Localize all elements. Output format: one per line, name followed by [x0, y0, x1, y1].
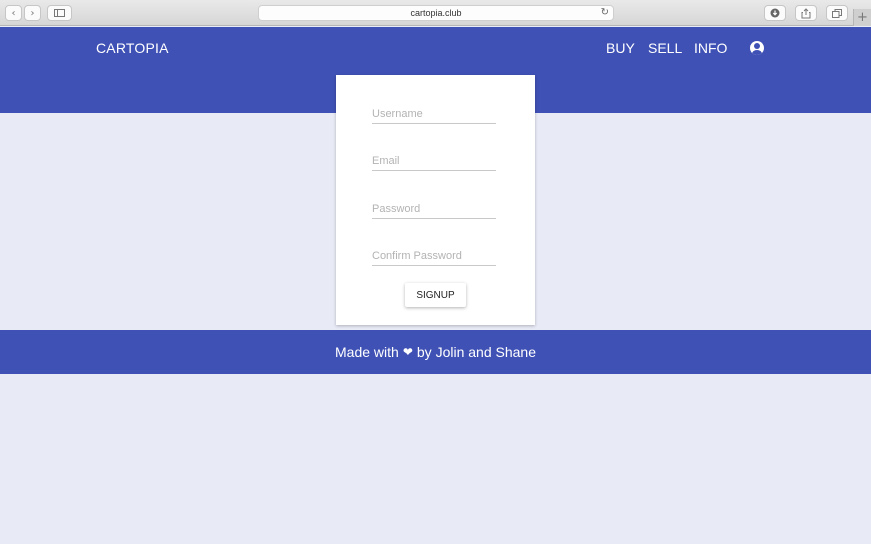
- new-tab-button[interactable]: +: [853, 9, 871, 26]
- plus-icon: +: [857, 10, 868, 25]
- signup-card: SIGNUP: [336, 75, 535, 325]
- email-field: [372, 151, 496, 171]
- sidebar-icon: [54, 9, 65, 17]
- confirm-password-input[interactable]: [372, 246, 496, 266]
- back-button[interactable]: ‹: [5, 5, 22, 21]
- signup-button[interactable]: SIGNUP: [405, 283, 466, 307]
- share-icon: [801, 7, 811, 18]
- email-input[interactable]: [372, 151, 496, 171]
- nav-sell[interactable]: SELL: [648, 40, 682, 56]
- username-input[interactable]: [372, 104, 496, 124]
- nav-info[interactable]: INFO: [694, 40, 727, 56]
- footer-credits: by Jolin and Shane: [416, 344, 536, 360]
- site-footer: Made with ❤ by Jolin and Shane: [0, 330, 871, 374]
- tabs-icon: [832, 8, 842, 18]
- download-button[interactable]: [764, 5, 786, 21]
- password-field: [372, 199, 496, 219]
- username-field: [372, 104, 496, 124]
- download-icon: [770, 8, 780, 18]
- confirm-password-field: [372, 246, 496, 266]
- sidebar-button[interactable]: [47, 5, 72, 21]
- heart-icon: ❤: [402, 345, 413, 359]
- tabs-button[interactable]: [826, 5, 848, 21]
- brand-logo[interactable]: CARTOPIA: [96, 40, 169, 56]
- url-text: cartopia.club: [410, 8, 462, 18]
- browser-toolbar: ‹ › cartopia.club ↻ +: [0, 0, 871, 26]
- share-button[interactable]: [795, 5, 817, 21]
- reload-icon[interactable]: ↻: [601, 7, 609, 18]
- forward-button[interactable]: ›: [24, 5, 41, 21]
- footer-prefix: Made with: [335, 344, 399, 360]
- account-circle-icon[interactable]: [750, 41, 764, 55]
- nav-buy[interactable]: BUY: [606, 40, 635, 56]
- chevron-left-icon: ‹: [11, 7, 16, 19]
- address-bar[interactable]: cartopia.club ↻: [258, 5, 614, 21]
- password-input[interactable]: [372, 199, 496, 219]
- chevron-right-icon: ›: [30, 7, 35, 19]
